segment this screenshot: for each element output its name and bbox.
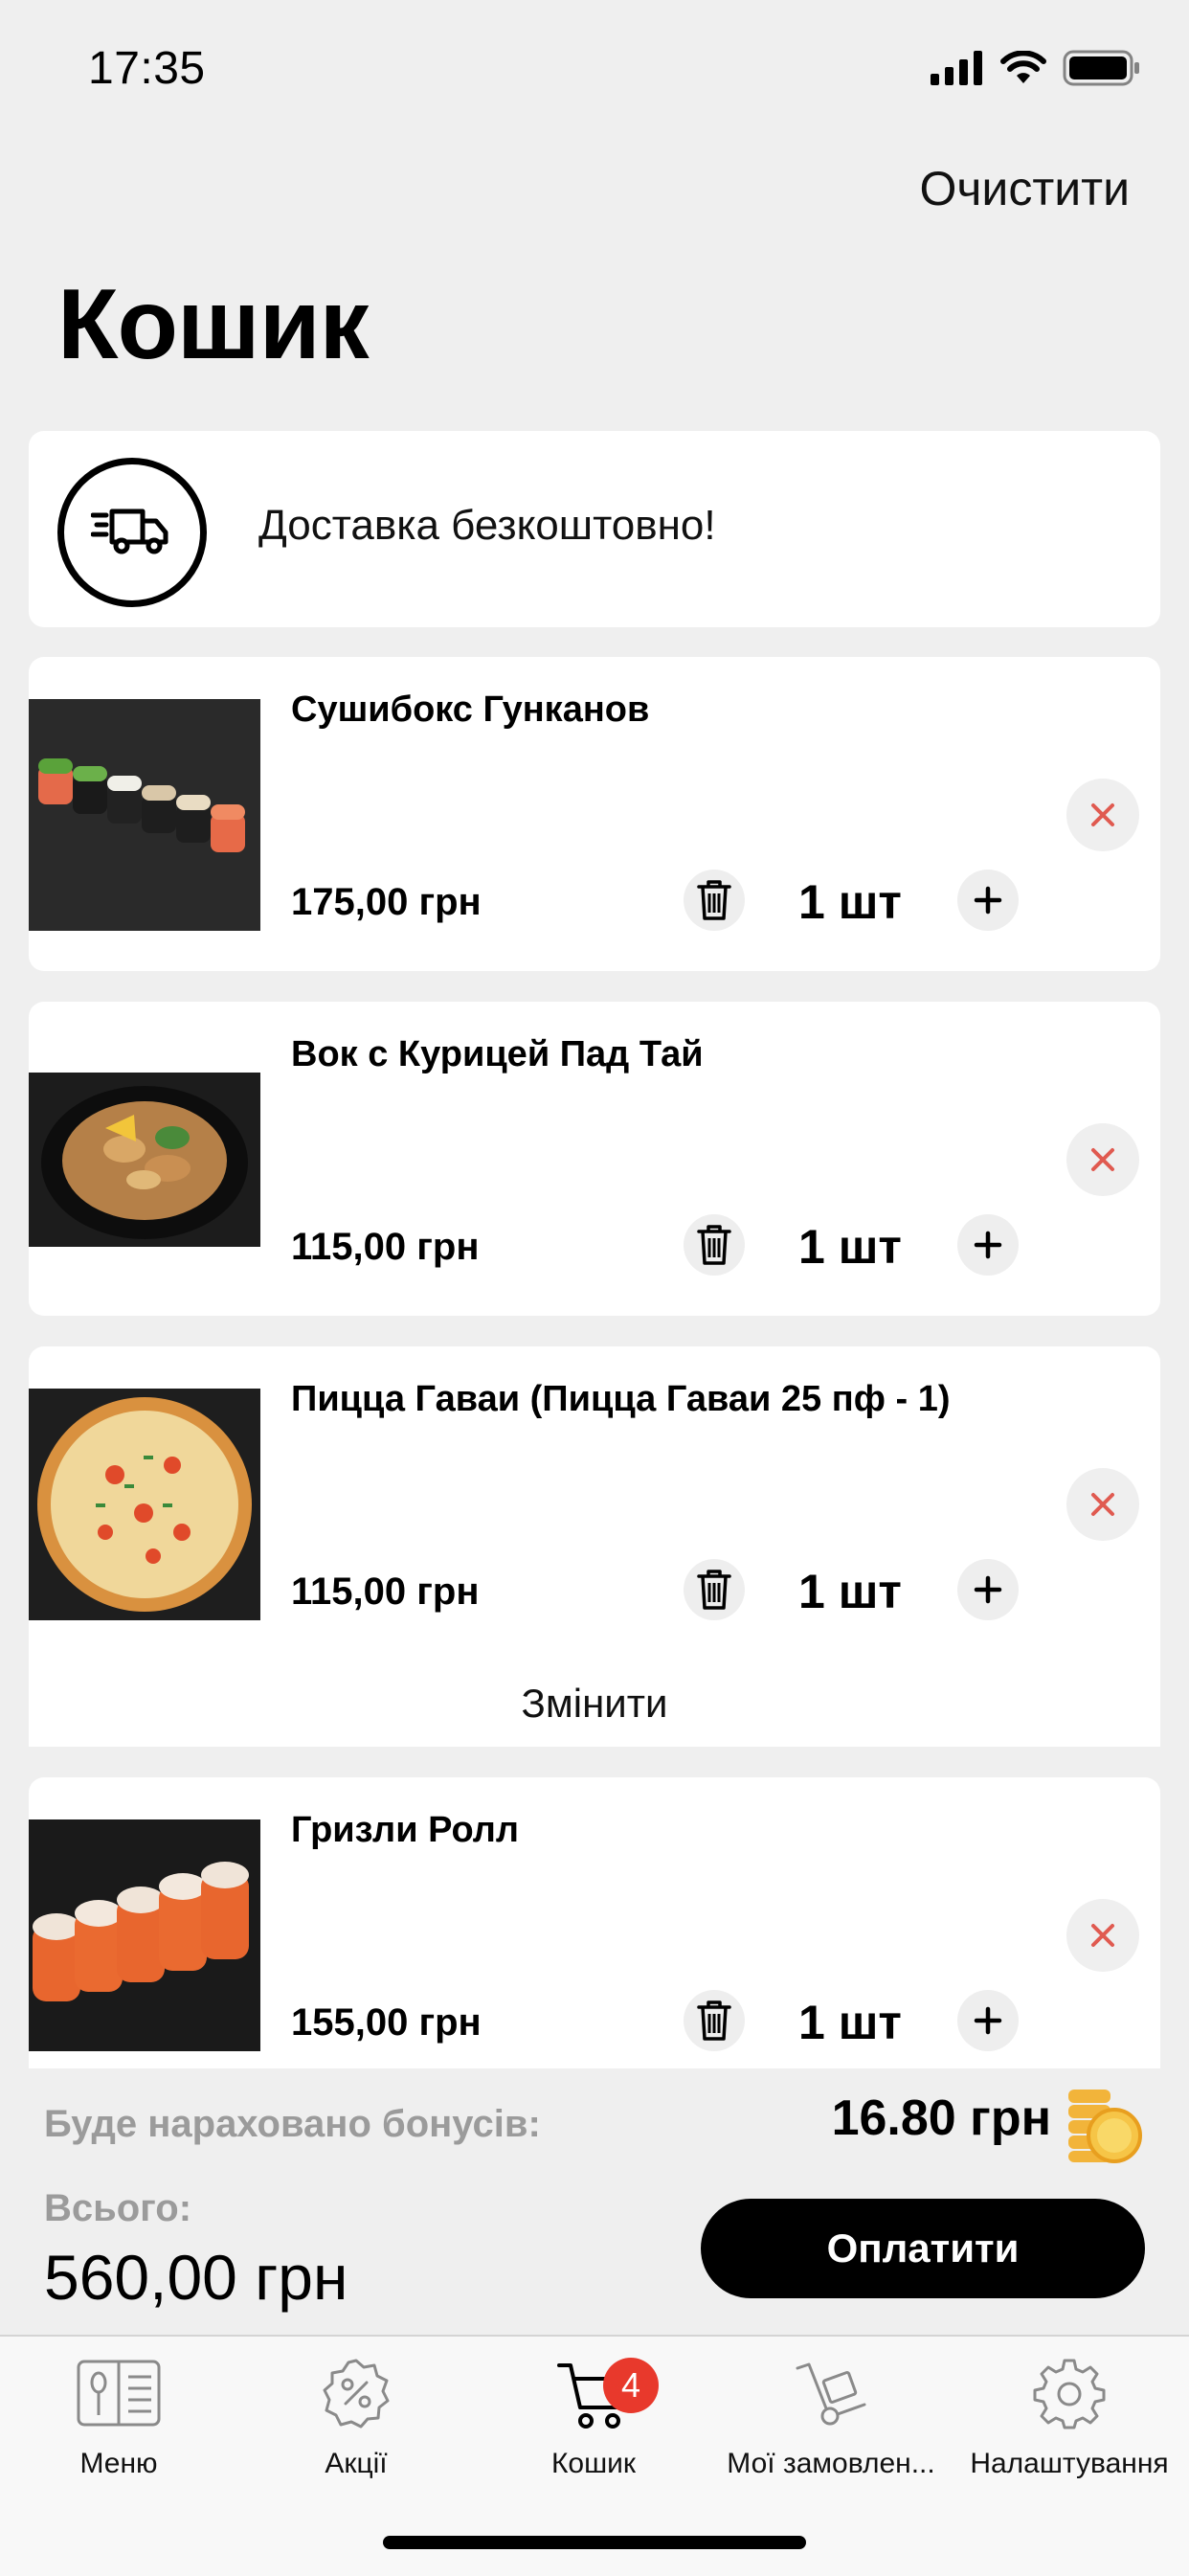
increase-button[interactable] (957, 1214, 1019, 1276)
item-price: 175,00 грн (291, 881, 482, 923)
bonus-value: 16.80 грн (831, 2090, 1051, 2146)
close-icon (1091, 1148, 1114, 1171)
increase-button[interactable] (957, 870, 1019, 931)
close-icon (1091, 803, 1114, 826)
trash-icon (697, 1225, 731, 1265)
orders-icon (796, 2362, 866, 2426)
product-image (29, 1819, 260, 2051)
close-icon (1091, 1924, 1114, 1947)
plus-icon (974, 886, 1002, 915)
product-image (29, 1073, 260, 1247)
remove-item-button[interactable] (1066, 1468, 1139, 1541)
tab-bar: Меню Акції 4 Кошик Мої замовлен... Налаш… (0, 2335, 1189, 2576)
tab-my-orders[interactable]: Мої замовлен... (712, 2350, 950, 2494)
delivery-truck-icon (57, 458, 207, 607)
order-summary: Буде нараховано бонусів: 16.80 грн Всьог… (0, 2068, 1189, 2335)
item-name: Пицца Гаваи (Пицца Гаваи 25 пф - 1) (291, 1379, 951, 1419)
close-icon (1091, 1493, 1114, 1516)
trash-icon (697, 1570, 731, 1610)
trash-icon (697, 880, 731, 920)
status-icons (931, 50, 1141, 86)
product-image (29, 1389, 260, 1620)
home-indicator (383, 2536, 806, 2549)
bonus-label: Буде нараховано бонусів: (44, 2103, 541, 2145)
status-time: 17:35 (88, 43, 206, 94)
cart-badge: 4 (603, 2358, 659, 2413)
menu-book-icon (77, 2360, 161, 2427)
item-name: Гризли Ролл (291, 1810, 520, 1850)
tab-label: Налаштування (970, 2448, 1169, 2479)
item-price: 115,00 грн (291, 1226, 480, 1268)
plus-icon (974, 1575, 1002, 1604)
wifi-icon (1000, 51, 1046, 83)
gear-icon (1033, 2359, 1106, 2429)
tab-label: Кошик (550, 2448, 637, 2479)
trash-icon (697, 2000, 731, 2041)
decrease-button[interactable] (684, 870, 745, 931)
tab-label: Акції (325, 2448, 388, 2479)
total-label: Всього: (44, 2187, 192, 2229)
item-name: Сушибокс Гунканов (291, 689, 650, 730)
cart-item: Гризли Ролл 155,00 грн 1 шт (29, 1777, 1160, 2068)
change-item-button[interactable]: Змінити (29, 1661, 1160, 1747)
cart-item: Сушибокс Гунканов 175,00 грн 1 шт (29, 657, 1160, 971)
item-quantity: 1 шт (798, 875, 902, 929)
item-price: 155,00 грн (291, 2001, 482, 2044)
cart-item: Вок с Курицей Пад Тай 115,00 грн 1 шт (29, 1002, 1160, 1316)
increase-button[interactable] (957, 1559, 1019, 1620)
product-image (29, 699, 260, 931)
cart-item: Пицца Гаваи (Пицца Гаваи 25 пф - 1) 115,… (29, 1346, 1160, 1661)
tab-settings[interactable]: Налаштування (950, 2350, 1189, 2494)
tab-label: Мої замовлен... (727, 2448, 935, 2479)
battery-icon (1063, 50, 1139, 86)
signal-icon (931, 51, 982, 85)
coins-icon (1068, 2090, 1142, 2163)
item-price: 115,00 грн (291, 1570, 480, 1613)
item-quantity: 1 шт (798, 1220, 902, 1274)
item-quantity: 1 шт (798, 1996, 902, 2049)
status-bar: 17:35 (0, 0, 1189, 144)
delivery-banner: Доставка безкоштовно! (29, 431, 1160, 627)
total-value: 560,00 грн (44, 2242, 348, 2313)
plus-icon (974, 1231, 1002, 1259)
decrease-button[interactable] (684, 1214, 745, 1276)
page-title: Кошик (57, 269, 370, 380)
tab-cart[interactable]: 4 Кошик (475, 2350, 712, 2494)
discount-icon (323, 2359, 390, 2429)
remove-item-button[interactable] (1066, 1123, 1139, 1196)
remove-item-button[interactable] (1066, 1899, 1139, 1972)
tab-label: Меню (79, 2448, 158, 2479)
increase-button[interactable] (957, 1990, 1019, 2051)
pay-button[interactable]: Оплатити (701, 2199, 1145, 2298)
clear-cart-button[interactable]: Очистити (919, 161, 1130, 216)
tab-promotions[interactable]: Акції (237, 2350, 475, 2494)
item-name: Вок с Курицей Пад Тай (291, 1034, 704, 1074)
remove-item-button[interactable] (1066, 779, 1139, 851)
delivery-text: Доставка безкоштовно! (258, 502, 716, 549)
decrease-button[interactable] (684, 1990, 745, 2051)
tab-menu[interactable]: Меню (0, 2350, 237, 2494)
item-quantity: 1 шт (798, 1565, 902, 1618)
plus-icon (974, 2006, 1002, 2035)
decrease-button[interactable] (684, 1559, 745, 1620)
